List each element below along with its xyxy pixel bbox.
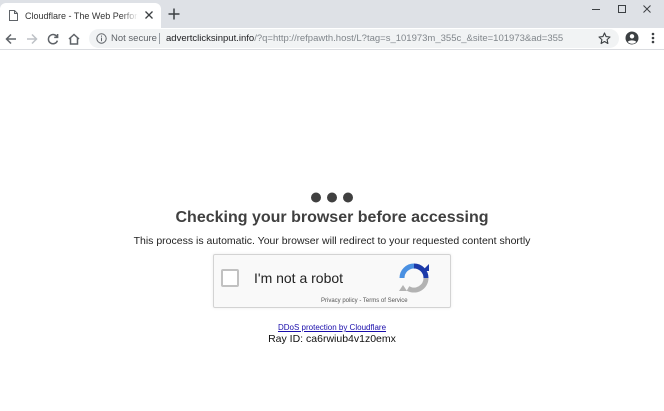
home-icon[interactable] [67,32,81,46]
url-text[interactable]: advertclicksinput.info/?q=http://refpawt… [166,31,563,46]
forward-icon[interactable] [25,32,39,46]
not-a-robot-checkbox[interactable] [221,269,239,287]
security-status[interactable]: Not secure [111,31,157,46]
back-icon[interactable] [4,32,18,46]
url-host: advertclicksinput.info [166,33,255,44]
more-options-icon[interactable] [649,31,657,45]
account-icon[interactable] [625,31,639,45]
maximize-icon[interactable] [612,2,632,16]
recaptcha-logo-icon [399,263,429,293]
page-heading: Checking your browser before accessing [175,209,489,226]
url-path: /?q=http://refpawth.host/L?tag=s_101973m… [254,33,564,44]
tab-strip: Cloudflare - The Web Performance & Secur… [0,0,664,28]
tab-title: Cloudflare - The Web Performance & Secur… [25,11,138,21]
captcha-links: Privacy policy - Terms of Service [321,297,408,305]
bookmark-star-icon[interactable] [598,32,611,45]
minimize-icon[interactable] [586,2,606,16]
close-window-icon[interactable] [637,2,657,16]
omnibox-divider [159,33,160,44]
ddos-protection-link[interactable]: DDoS protection by Cloudflare [278,323,386,332]
new-tab-icon[interactable] [168,8,180,20]
recaptcha-widget: I'm not a robot Privacy policy - Terms o… [213,254,451,308]
page-icon [9,10,18,21]
reload-icon[interactable] [46,32,60,46]
privacy-policy-link[interactable]: Privacy policy [321,298,358,304]
terms-of-service-link[interactable]: Terms of Service [363,298,408,304]
loading-dots-icon [311,192,353,203]
captcha-label: I'm not a robot [254,270,344,286]
ddos-protection-footer: DDoS protection by Cloudflare [0,323,664,333]
browser-toolbar: Not secure advertclicksinput.info/?q=htt… [0,28,664,50]
ray-id: Ray ID: ca6rwiub4v1z0emx [268,333,396,345]
address-bar[interactable]: Not secure advertclicksinput.info/?q=htt… [89,29,619,48]
browser-tab[interactable]: Cloudflare - The Web Performance & Secur… [0,3,161,28]
redirect-message: This process is automatic. Your browser … [133,235,531,247]
info-icon[interactable] [96,33,107,44]
close-tab-icon[interactable] [144,10,154,20]
